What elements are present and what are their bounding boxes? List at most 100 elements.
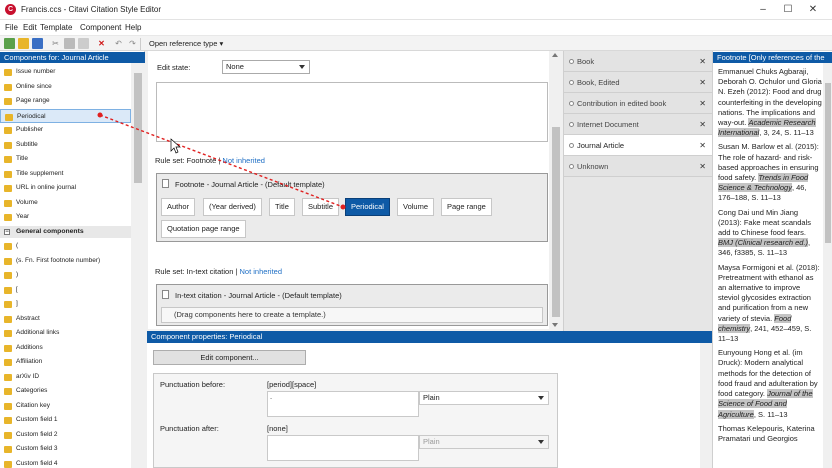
components-scrollbar[interactable] (131, 63, 145, 468)
close-icon[interactable]: ✕ (699, 51, 706, 72)
component-custom-field-3[interactable]: Custom field 3 (0, 442, 131, 457)
folder-icon (4, 98, 12, 105)
preview-scrollbar[interactable] (823, 63, 832, 468)
component-volume[interactable]: Volume (0, 196, 131, 211)
footnote-not-inherited-link[interactable]: Not inherited (222, 156, 265, 165)
paste-icon[interactable] (78, 38, 89, 49)
punct-before-label: Punctuation before: (160, 380, 226, 389)
close-icon[interactable]: ✕ (699, 114, 706, 135)
component-title[interactable]: Title (0, 152, 131, 167)
scrollbar-thumb[interactable] (134, 73, 142, 183)
ref-type-internet-document[interactable]: Internet Document ✕ (564, 114, 713, 135)
intext-not-inherited-link[interactable]: Not inherited (240, 267, 283, 276)
menu-help[interactable]: Help (125, 23, 141, 32)
menu-file[interactable]: File (5, 23, 18, 32)
chip-author[interactable]: Author (161, 198, 196, 216)
component-periodical[interactable]: Periodical (0, 108, 131, 123)
menu-edit[interactable]: Edit (23, 23, 37, 32)
close-icon[interactable]: ✕ (699, 156, 706, 177)
chip-subtitle[interactable]: Subtitle (302, 198, 340, 216)
cut-icon[interactable]: ✂ (50, 38, 61, 49)
component-first-footnote[interactable]: (s. Fn. First footnote number) (0, 254, 131, 269)
punct-before-style-select[interactable]: Plain (419, 391, 549, 405)
folder-icon (4, 127, 12, 134)
chip-quotation-page-range[interactable]: Quotation page range (161, 220, 246, 238)
folder-icon (4, 156, 12, 163)
collapse-icon[interactable]: − (4, 229, 10, 235)
ref-type-book[interactable]: Book ✕ (564, 51, 713, 72)
component-affiliation[interactable]: Affiliation (0, 355, 131, 370)
save-icon[interactable] (32, 38, 43, 49)
component-custom-field-4[interactable]: Custom field 4 (0, 457, 131, 468)
component-page-range[interactable]: Page range (0, 94, 131, 109)
close-icon[interactable]: ✕ (699, 72, 706, 93)
new-icon[interactable] (4, 38, 15, 49)
component-issue-number[interactable]: Issue number (0, 65, 131, 80)
close-icon[interactable]: ✕ (699, 135, 706, 156)
menu-component[interactable]: Component (80, 23, 121, 32)
ref-type-unknown[interactable]: Unknown ✕ (564, 156, 713, 177)
folder-icon (4, 214, 12, 221)
component-close-bracket[interactable]: ] (0, 297, 131, 312)
open-folder-icon[interactable] (18, 38, 29, 49)
ref-type-journal-article[interactable]: Journal Article ✕ (564, 135, 713, 156)
punct-before-input[interactable]: . (267, 391, 419, 417)
circle-icon (569, 59, 574, 64)
footnote-template-box: Footnote - Journal Article - (Default te… (156, 173, 548, 242)
ref-type-book-edited[interactable]: Book, Edited ✕ (564, 72, 713, 93)
chip-page-range[interactable]: Page range (441, 198, 492, 216)
delete-icon[interactable]: ✕ (96, 38, 107, 49)
general-components-header[interactable]: − General components (0, 226, 131, 238)
intext-drop-zone[interactable]: (Drag components here to create a templa… (161, 307, 543, 323)
folder-icon (4, 83, 12, 91)
component-subtitle[interactable]: Subtitle (0, 138, 131, 153)
scroll-down-icon[interactable] (552, 323, 558, 327)
folder-icon (4, 69, 12, 76)
component-custom-field-1[interactable]: Custom field 1 (0, 413, 131, 428)
chip-periodical[interactable]: Periodical (345, 198, 390, 216)
ref-type-contribution-edited-book[interactable]: Contribution in edited book ✕ (564, 93, 713, 114)
component-open-bracket[interactable]: [ (0, 283, 131, 298)
component-additions[interactable]: Additions (0, 341, 131, 356)
component-close-paren[interactable]: ) (0, 268, 131, 283)
template-editor-scrollbar[interactable] (549, 51, 563, 329)
folder-icon (4, 199, 12, 207)
close-button[interactable]: ✕ (790, 0, 832, 20)
edit-component-button[interactable]: Edit component... (153, 350, 306, 365)
circle-icon (569, 122, 574, 127)
component-title-supplement[interactable]: Title supplement (0, 167, 131, 182)
components-panel: Components for: Journal Article Issue nu… (0, 51, 145, 468)
scrollbar-thumb[interactable] (825, 83, 831, 243)
undo-icon[interactable]: ↶ (113, 38, 124, 49)
punct-after-input[interactable] (267, 435, 419, 461)
components-header: Components for: Journal Article (0, 52, 145, 63)
scroll-up-icon[interactable] (552, 53, 558, 57)
close-icon[interactable]: ✕ (699, 93, 706, 114)
reference-types-list: Book ✕ Book, Edited ✕ Contribution in edit… (563, 51, 713, 331)
folder-icon (4, 446, 12, 453)
chip-volume[interactable]: Volume (397, 198, 435, 216)
menu-template[interactable]: Template (40, 23, 72, 32)
component-year[interactable]: Year (0, 210, 131, 225)
open-reference-type-dropdown[interactable]: Open reference type ▾ (149, 39, 223, 48)
chevron-down-icon (299, 65, 305, 69)
properties-scrollbar[interactable] (700, 343, 712, 468)
chip-year-derived[interactable]: (Year derived) (203, 198, 262, 216)
component-arxiv-id[interactable]: arXiv ID (0, 370, 131, 385)
chip-title[interactable]: Title (269, 198, 295, 216)
component-open-paren[interactable]: ( (0, 239, 131, 254)
component-categories[interactable]: Categories (0, 384, 131, 399)
redo-icon[interactable]: ↷ (127, 38, 138, 49)
component-online-since[interactable]: Online since (0, 80, 131, 95)
scrollbar-thumb[interactable] (552, 127, 560, 317)
copy-icon[interactable] (64, 38, 75, 49)
component-additional-links[interactable]: Additional links (0, 326, 131, 341)
component-abstract[interactable]: Abstract (0, 312, 131, 327)
punct-after-style-select[interactable]: Plain (419, 435, 549, 449)
folder-icon (4, 402, 12, 410)
component-url-online-journal[interactable]: URL in online journal (0, 181, 131, 196)
component-custom-field-2[interactable]: Custom field 2 (0, 428, 131, 443)
component-citation-key[interactable]: Citation key (0, 399, 131, 414)
edit-state-select[interactable]: None (222, 60, 310, 74)
component-publisher[interactable]: Publisher (0, 123, 131, 138)
